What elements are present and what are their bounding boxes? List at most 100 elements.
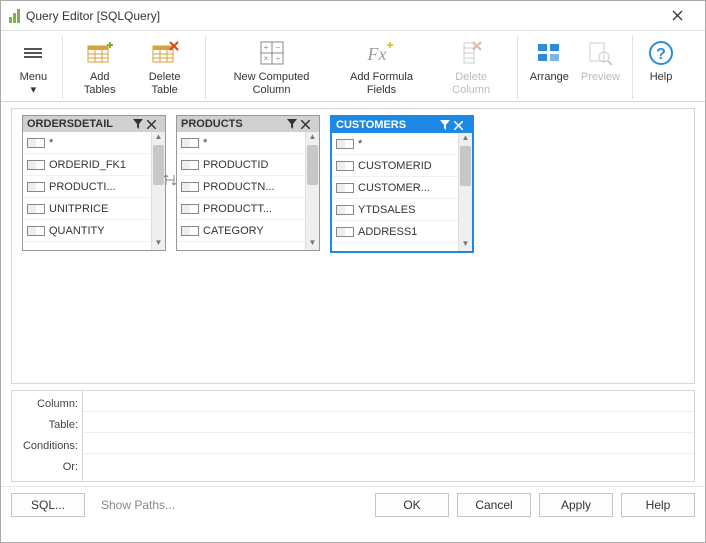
field-row[interactable]: PRODUCTN... (177, 176, 305, 198)
table-name: PRODUCTS (181, 118, 287, 130)
delete-column-button[interactable]: Delete Column (432, 35, 511, 99)
field-checkbox[interactable] (27, 160, 45, 170)
field-checkbox[interactable] (27, 138, 45, 148)
scrollbar[interactable]: ▲▼ (151, 132, 165, 250)
field-list[interactable]: * CUSTOMERID CUSTOMER...YTDSALESADDRESS1 (332, 133, 458, 251)
table-box[interactable]: PRODUCTS *PRODUCTID PRODUCTN... PRODUCTT...… (176, 115, 320, 251)
field-checkbox[interactable] (336, 139, 354, 149)
query-canvas[interactable]: ORDERSDETAIL * ORDERID_FK1PRODUCTI... UNITP… (11, 108, 695, 384)
field-row[interactable]: PRODUCTI... (23, 176, 151, 198)
field-name: * (49, 137, 147, 149)
field-row[interactable]: * (23, 132, 151, 154)
field-row[interactable]: UNITPRICE (23, 198, 151, 220)
field-checkbox[interactable] (27, 226, 45, 236)
window-title: Query Editor [SQLQuery] (26, 9, 657, 23)
bottom-bar: SQL... Show Paths... OK Cancel Apply Hel… (1, 486, 705, 523)
sql-button[interactable]: SQL... (11, 493, 85, 517)
delete-column-icon (455, 37, 487, 69)
field-row[interactable]: PRODUCTT... (177, 198, 305, 220)
preview-button[interactable]: Preview (575, 35, 626, 86)
formula-fields-icon: Fx (365, 37, 397, 69)
field-checkbox[interactable] (336, 161, 354, 171)
help-button[interactable]: ? Help (639, 35, 683, 86)
field-name: QUANTITY (49, 225, 147, 237)
field-name: PRODUCTN... (203, 181, 301, 193)
criteria-grid: Column:Table:Conditions:Or: (11, 390, 695, 482)
field-list[interactable]: *PRODUCTID PRODUCTN... PRODUCTT... CATEGORY (177, 132, 305, 250)
delete-column-label: Delete Column (438, 71, 505, 97)
field-name: * (358, 138, 454, 150)
title-bar: Query Editor [SQLQuery] (1, 1, 705, 31)
table-box[interactable]: ORDERSDETAIL * ORDERID_FK1PRODUCTI... UNITP… (22, 115, 166, 251)
show-paths-button[interactable]: Show Paths... (91, 493, 185, 517)
field-row[interactable]: * (332, 133, 458, 155)
table-box[interactable]: CUSTOMERS * CUSTOMERID CUSTOMER...YTDSALESA… (330, 115, 474, 253)
field-name: CUSTOMERID (358, 160, 454, 172)
arrange-icon (533, 37, 565, 69)
svg-text:÷: ÷ (275, 54, 280, 63)
table-name: CUSTOMERS (336, 119, 440, 131)
scrollbar[interactable]: ▲▼ (305, 132, 319, 250)
svg-text:−: − (275, 43, 280, 52)
field-checkbox[interactable] (336, 205, 354, 215)
field-checkbox[interactable] (181, 204, 199, 214)
scrollbar[interactable]: ▲▼ (458, 133, 472, 251)
field-row[interactable]: ADDRESS1 (332, 221, 458, 243)
field-checkbox[interactable] (27, 182, 45, 192)
filter-icon[interactable] (133, 119, 147, 129)
grid-row-label: Or: (16, 456, 78, 477)
field-row[interactable]: ORDERID_FK1 (23, 154, 151, 176)
app-icon (9, 9, 20, 23)
field-checkbox[interactable] (336, 227, 354, 237)
ribbon-toolbar: Menu ▾ Add Tables Delete Table +−×÷ New … (1, 31, 705, 102)
delete-table-button[interactable]: Delete Table (131, 35, 199, 99)
apply-button[interactable]: Apply (539, 493, 613, 517)
table-header[interactable]: ORDERSDETAIL (23, 116, 165, 132)
field-row[interactable]: YTDSALES (332, 199, 458, 221)
field-row[interactable]: CATEGORY (177, 220, 305, 242)
field-checkbox[interactable] (27, 204, 45, 214)
hamburger-icon (24, 46, 42, 60)
preview-label: Preview (581, 71, 620, 84)
preview-icon (584, 37, 616, 69)
svg-text:?: ? (656, 46, 666, 63)
add-tables-button[interactable]: Add Tables (69, 35, 131, 99)
field-row[interactable]: QUANTITY (23, 220, 151, 242)
menu-label: Menu (20, 71, 48, 83)
field-row[interactable]: * (177, 132, 305, 154)
close-icon[interactable] (454, 121, 468, 130)
svg-text:Fx: Fx (367, 44, 387, 64)
field-row[interactable]: CUSTOMER... (332, 177, 458, 199)
close-icon[interactable] (301, 120, 315, 129)
ok-button[interactable]: OK (375, 493, 449, 517)
field-checkbox[interactable] (181, 182, 199, 192)
grid-row-label: Table: (16, 414, 78, 435)
field-name: CATEGORY (203, 225, 301, 237)
arrange-button[interactable]: Arrange (524, 35, 575, 86)
menu-button[interactable]: Menu ▾ (11, 35, 56, 99)
add-formula-fields-button[interactable]: Fx Add Formula Fields (331, 35, 431, 99)
field-name: UNITPRICE (49, 203, 147, 215)
criteria-grid-cells[interactable] (82, 391, 694, 481)
window-close-button[interactable] (657, 2, 697, 30)
field-checkbox[interactable] (336, 183, 354, 193)
svg-text:+: + (263, 43, 268, 52)
filter-icon[interactable] (440, 120, 454, 130)
close-icon[interactable] (147, 120, 161, 129)
table-header[interactable]: CUSTOMERS (332, 117, 472, 133)
field-row[interactable]: CUSTOMERID (332, 155, 458, 177)
help-footer-button[interactable]: Help (621, 493, 695, 517)
field-list[interactable]: * ORDERID_FK1PRODUCTI... UNITPRICE QUANTITY (23, 132, 151, 250)
field-checkbox[interactable] (181, 226, 199, 236)
cancel-button[interactable]: Cancel (457, 493, 531, 517)
help-icon: ? (645, 37, 677, 69)
field-row[interactable]: PRODUCTID (177, 154, 305, 176)
filter-icon[interactable] (287, 119, 301, 129)
join-link[interactable] (164, 173, 178, 187)
chevron-down-icon: ▾ (31, 84, 37, 96)
field-checkbox[interactable] (181, 160, 199, 170)
svg-text:×: × (263, 54, 268, 63)
field-checkbox[interactable] (181, 138, 199, 148)
new-computed-column-button[interactable]: +−×÷ New Computed Column (212, 35, 332, 99)
table-header[interactable]: PRODUCTS (177, 116, 319, 132)
